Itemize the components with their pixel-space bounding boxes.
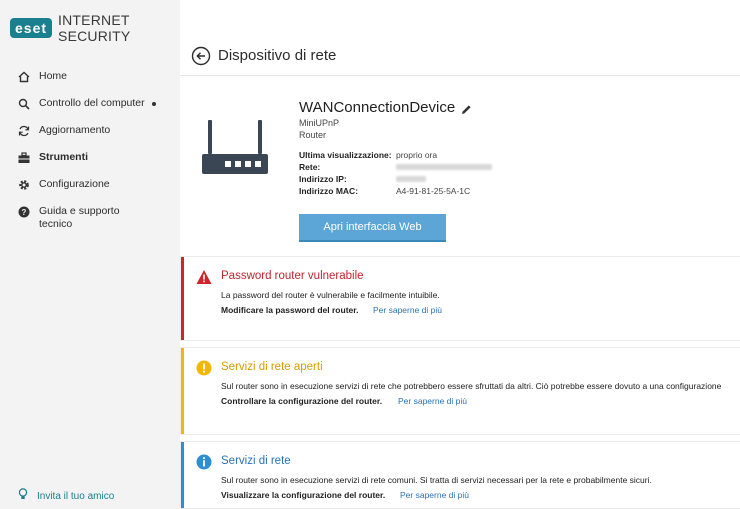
sidebar-item-label: Guida e supporto tecnico <box>39 205 120 230</box>
svg-text:?: ? <box>22 208 27 217</box>
redacted-network-value <box>396 164 492 170</box>
alert-network-services: Servizi di rete Sul router sono in esecu… <box>180 441 740 509</box>
sidebar-nav: Home Controllo del computer Aggiornament… <box>0 70 180 245</box>
logo-badge: eset <box>10 18 53 38</box>
info-key: Indirizzo IP: <box>299 174 347 184</box>
alert-severity-bar <box>181 442 184 508</box>
main-content: Dispositivo di rete WANConnectionDevice … <box>180 0 740 509</box>
info-row-mac: Indirizzo MAC: A4-91-81-25-5A-1C <box>299 186 492 198</box>
sidebar-item-update[interactable]: Aggiornamento <box>0 124 180 151</box>
sidebar-item-label: Configurazione <box>39 178 110 190</box>
alert-title: Servizi di rete aperti <box>221 361 323 373</box>
info-row-last-seen: Ultima visualizzazione: proprio ora <box>299 150 492 162</box>
open-web-interface-button[interactable]: Apri interfaccia Web <box>299 214 446 242</box>
learn-more-link[interactable]: Per saperne di più <box>398 396 467 406</box>
exclamation-icon <box>196 360 212 376</box>
home-icon <box>18 71 30 83</box>
sidebar-item-home[interactable]: Home <box>0 70 180 97</box>
sidebar-item-help[interactable]: ? Guida e supporto tecnico <box>0 205 180 245</box>
alert-description: Sul router sono in esecuzione servizi di… <box>221 475 652 485</box>
sidebar-item-label: Home <box>39 70 68 82</box>
info-key: Indirizzo MAC: <box>299 186 359 196</box>
alert-severity-bar <box>181 348 184 434</box>
sidebar-item-label: Controllo del computer <box>39 97 145 109</box>
info-key: Ultima visualizzazione: <box>299 150 392 160</box>
invite-friend-link[interactable]: Invita il tuo amico <box>18 487 114 505</box>
alert-action: Controllare la configurazione del router… <box>221 396 383 406</box>
info-value: A4-91-81-25-5A-1C <box>396 186 471 196</box>
refresh-icon <box>18 125 30 137</box>
info-key: Rete: <box>299 162 321 172</box>
alert-severity-bar <box>181 257 184 340</box>
alert-title: Servizi di rete <box>221 455 291 467</box>
info-icon <box>196 454 212 470</box>
page-title: Dispositivo di rete <box>218 47 337 64</box>
learn-more-link[interactable]: Per saperne di più <box>400 490 469 500</box>
sidebar: eset INTERNET SECURITY Home Controllo de… <box>0 0 180 509</box>
device-name-row: WANConnectionDevice <box>299 99 472 116</box>
status-dot <box>152 102 156 106</box>
alert-description: La password del router è vulnerabile e f… <box>221 290 440 300</box>
info-row-ip: Indirizzo IP: <box>299 174 492 186</box>
redacted-ip-value <box>396 176 426 182</box>
eset-logo: eset INTERNET SECURITY <box>10 12 180 44</box>
alert-description: Sul router sono in esecuzione servizi di… <box>221 381 722 391</box>
device-name: WANConnectionDevice <box>299 99 456 116</box>
alert-vulnerable-password: Password router vulnerabile La password … <box>180 256 740 341</box>
sidebar-item-computer-scan[interactable]: Controllo del computer <box>0 97 180 124</box>
invite-friend-label: Invita il tuo amico <box>37 490 115 502</box>
search-icon <box>18 98 30 110</box>
help-icon: ? <box>18 206 30 218</box>
back-arrow-icon <box>191 46 211 66</box>
pencil-icon[interactable] <box>461 102 472 114</box>
device-info: Ultima visualizzazione: proprio ora Rete… <box>299 150 492 198</box>
info-row-network: Rete: <box>299 162 492 174</box>
router-icon <box>200 118 270 178</box>
learn-more-link[interactable]: Per saperne di più <box>373 305 442 315</box>
sidebar-item-tools[interactable]: Strumenti <box>0 151 180 178</box>
device-model: MiniUPnP <box>299 118 340 128</box>
warning-icon <box>196 269 212 285</box>
alert-open-services: Servizi di rete aperti Sul router sono i… <box>180 347 740 435</box>
lightbulb-icon <box>18 487 28 505</box>
alert-title: Password router vulnerabile <box>221 270 364 282</box>
sidebar-item-settings[interactable]: Configurazione <box>0 178 180 205</box>
device-type: Router <box>299 130 327 140</box>
info-value: proprio ora <box>396 150 438 160</box>
toolbox-icon <box>18 152 30 164</box>
product-name: INTERNET SECURITY <box>58 12 131 44</box>
back-button[interactable] <box>191 46 211 66</box>
page-header: Dispositivo di rete <box>180 36 740 76</box>
sidebar-item-label: Aggiornamento <box>39 124 111 136</box>
alert-action: Visualizzare la configurazione del route… <box>221 490 386 500</box>
sidebar-item-label: Strumenti <box>39 151 89 163</box>
alert-action: Modificare la password del router. <box>221 305 359 315</box>
gear-icon <box>18 179 30 191</box>
